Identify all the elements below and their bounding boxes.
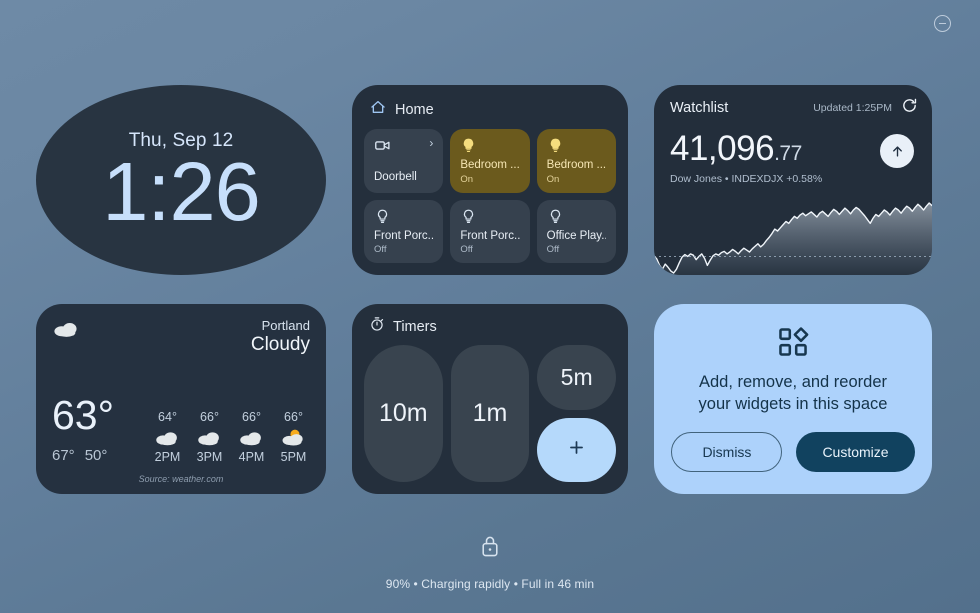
home-tiles: › Doorbell Bedroom ... On Bedroom ... On… [364,129,616,263]
lightbulb-outline-icon [547,208,564,230]
weather-hour-time: 3PM [196,450,223,464]
weather-high-low: 67° 50° [52,447,114,464]
weather-hour-time: 2PM [154,450,181,464]
watchlist-updated: Updated 1:25PM [813,102,892,114]
home-tile-bedroom-2[interactable]: Bedroom ... On [536,129,616,193]
cloud-icon [151,424,184,450]
arrow-up-icon[interactable] [880,134,914,168]
home-widget: Home › Doorbell Bedroom ... On Bedroom .… [352,85,628,275]
lightbulb-filled-icon [460,137,477,159]
lightbulb-outline-icon [374,208,391,230]
promo-message: Add, remove, and reorder your widgets in… [699,372,888,414]
customize-button[interactable]: Customize [796,431,915,472]
promo-actions: Dismiss Customize [671,431,915,472]
home-widget-cell: Home › Doorbell Bedroom ... On Bedroom .… [352,85,628,275]
watchlist-sparkline-chart [654,202,932,275]
cloud-icon [193,424,226,450]
dismiss-button[interactable]: Dismiss [671,431,783,472]
weather-hour-item: 66° 4PM [235,410,268,464]
timers-title: Timers [393,318,437,335]
home-tile-state: Off [374,244,387,255]
home-tile-label: Front Porc... [374,229,434,242]
promo-widget-cell: Add, remove, and reorder your widgets in… [654,304,932,494]
weather-hour-time: 4PM [238,450,265,464]
widget-grid: Thu, Sep 12 1:26 Home › Doorbell Bedroom… [36,85,944,494]
home-tile-label: Doorbell [374,171,417,184]
chevron-right-icon: › [429,136,434,150]
home-tile-state: Off [546,244,560,255]
battery-status-text: 90% • Charging rapidly • Full in 46 min [385,577,595,591]
home-tile-doorbell[interactable]: › Doorbell [364,129,444,193]
weather-high: 67° [52,447,75,464]
weather-current-temp: 63° [52,392,115,438]
weather-hour-item: 64° 2PM [151,410,184,464]
weather-widget[interactable]: Portland Cloudy 63° 67° 50° 64° 2PM 66° … [36,304,326,494]
weather-city: Portland [261,318,310,333]
weather-source: Source: weather.com [138,474,224,484]
home-tile-label: Bedroom ... [460,159,520,172]
weather-low: 50° [84,447,108,464]
home-tile-state: Off [460,244,473,255]
weather-hourly-forecast: 64° 2PM 66° 3PM 66° 4PM 66° 5PM [151,410,310,464]
weather-widget-cell: Portland Cloudy 63° 67° 50° 64° 2PM 66° … [36,304,326,494]
watchlist-widget-cell: Watchlist Updated 1:25PM 41,096.77 Dow J… [654,85,932,275]
weather-hour-item: 66° 3PM [193,410,226,464]
timers-widget: Timers 10m 1m 5m [352,304,628,494]
timer-button-5m[interactable]: 5m [537,345,616,410]
weather-hour-temp: 66° [200,410,219,424]
watchlist-subline: Dow Jones • INDEXDJX +0.58% [670,173,823,185]
promo-line-2: your widgets in this space [698,394,888,413]
home-tile-front-porch-2[interactable]: Front Porc... Off [450,199,530,263]
home-tile-state: On [546,173,560,185]
home-tile-office-play[interactable]: Office Play... Off [536,199,616,263]
home-tile-label: Bedroom ... [546,159,606,172]
watchlist-widget[interactable]: Watchlist Updated 1:25PM 41,096.77 Dow J… [654,85,932,275]
video-camera-icon [374,137,391,159]
weather-hour-temp: 64° [158,410,177,424]
refresh-icon[interactable] [901,97,918,119]
weather-hour-temp: 66° [242,410,261,424]
watchlist-price-whole: 41,096 [670,129,775,168]
watchlist-title: Watchlist [670,100,729,116]
add-widgets-promo: Add, remove, and reorder your widgets in… [654,304,932,494]
lightbulb-outline-icon [460,208,477,230]
watchlist-price-cents: .77 [774,142,802,165]
stopwatch-icon [369,316,385,337]
widgets-icon [777,326,809,363]
add-timer-button[interactable] [537,417,616,482]
weather-hour-time: 5PM [280,450,307,464]
timer-button-10m[interactable]: 10m [364,345,443,482]
home-tile-label: Front Porc... [460,229,520,242]
home-header: Home [364,97,616,129]
home-tile-front-porch-1[interactable]: Front Porc... Off [364,199,444,263]
do-not-disturb-icon[interactable] [934,15,951,32]
home-tile-label: Office Play... [546,229,606,242]
lock-icon[interactable] [479,534,501,563]
cloud-icon [52,318,81,343]
lightbulb-filled-icon [547,137,564,159]
cloud-icon [235,424,268,450]
timers-buttons: 10m 1m 5m [364,345,616,482]
clock-time: 1:26 [102,144,261,238]
clock-widget-cell: Thu, Sep 12 1:26 [36,85,326,275]
home-title: Home [395,101,434,118]
sun-behind-cloud-icon [277,424,310,450]
weather-condition: Cloudy [250,334,310,355]
home-tile-bedroom-1[interactable]: Bedroom ... On [450,129,530,193]
weather-details: 63° 67° 50° 64° 2PM 66° 3PM 66° 4PM 66° … [52,392,310,465]
promo-line-1: Add, remove, and reorder [698,373,888,392]
watchlist-header: Watchlist Updated 1:25PM [654,85,932,119]
home-tile-state: On [460,173,474,185]
home-icon [370,99,386,120]
timers-header: Timers [364,315,616,345]
plus-icon [567,435,586,464]
timers-widget-cell: Timers 10m 1m 5m [352,304,628,494]
lock-screen-widget-panel: Thu, Sep 12 1:26 Home › Doorbell Bedroom… [0,0,980,613]
weather-hour-temp: 66° [284,410,303,424]
bottom-status: 90% • Charging rapidly • Full in 46 min [0,534,980,591]
clock-widget[interactable]: Thu, Sep 12 1:26 [36,85,326,275]
timer-button-1m[interactable]: 1m [450,345,530,482]
weather-hour-item: 66° 5PM [277,410,310,464]
